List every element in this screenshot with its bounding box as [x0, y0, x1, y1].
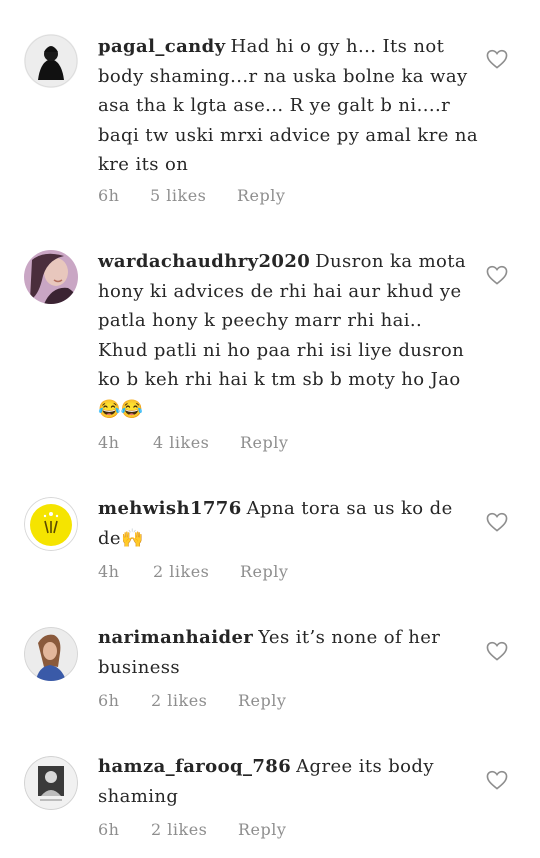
comment-likes[interactable]: 4 likes: [153, 433, 240, 452]
heart-icon[interactable]: [486, 512, 508, 532]
avatar[interactable]: [24, 756, 78, 810]
comment-meta: 6h 2 likes Reply: [98, 691, 286, 710]
comment-time: 6h: [98, 820, 120, 839]
reply-button[interactable]: Reply: [238, 691, 286, 710]
comment-text: Dusron ka mota hony ki advices de rhi ha…: [98, 251, 467, 420]
comment-likes[interactable]: 2 likes: [151, 691, 238, 710]
comment-time: 6h: [98, 691, 120, 710]
comment-likes[interactable]: 2 likes: [151, 820, 238, 839]
reply-button[interactable]: Reply: [240, 562, 288, 581]
heart-icon[interactable]: [486, 770, 508, 790]
comment-meta: 6h 5 likes Reply: [98, 186, 285, 205]
comment-username[interactable]: hamza_farooq_786: [98, 756, 291, 777]
comment-time: 4h: [98, 562, 120, 581]
avatar[interactable]: [24, 497, 78, 551]
comment-likes[interactable]: 5 likes: [150, 186, 237, 205]
heart-icon[interactable]: [486, 49, 508, 69]
comment-body: wardachaudhry2020 Dusron ka mota hony ki …: [98, 247, 478, 424]
comment-likes[interactable]: 2 likes: [153, 562, 240, 581]
avatar[interactable]: [24, 34, 78, 88]
heart-icon[interactable]: [486, 265, 508, 285]
comment-meta: 6h 2 likes Reply: [98, 820, 286, 839]
comment-time: 4h: [98, 433, 120, 452]
comment-body: pagal_candy Had hi o gy h... Its not body…: [98, 32, 478, 180]
comment-username[interactable]: mehwish1776: [98, 498, 242, 519]
comment-body: hamza_farooq_786 Agree its body shaming: [98, 752, 478, 811]
comment-meta: 4h 2 likes Reply: [98, 562, 288, 581]
comment-username[interactable]: narimanhaider: [98, 627, 253, 648]
reply-button[interactable]: Reply: [238, 820, 286, 839]
avatar[interactable]: [24, 250, 78, 304]
comment-time: 6h: [98, 186, 120, 205]
comment-meta: 4h 4 likes Reply: [98, 433, 288, 452]
heart-icon[interactable]: [486, 641, 508, 661]
reply-button[interactable]: Reply: [240, 433, 288, 452]
comment-body: mehwish1776 Apna tora sa us ko de de🙌: [98, 494, 478, 553]
comment-username[interactable]: pagal_candy: [98, 36, 226, 57]
comment-body: narimanhaider Yes it’s none of her busine…: [98, 623, 478, 682]
avatar[interactable]: [24, 627, 78, 681]
comment-username[interactable]: wardachaudhry2020: [98, 251, 310, 272]
reply-button[interactable]: Reply: [237, 186, 285, 205]
